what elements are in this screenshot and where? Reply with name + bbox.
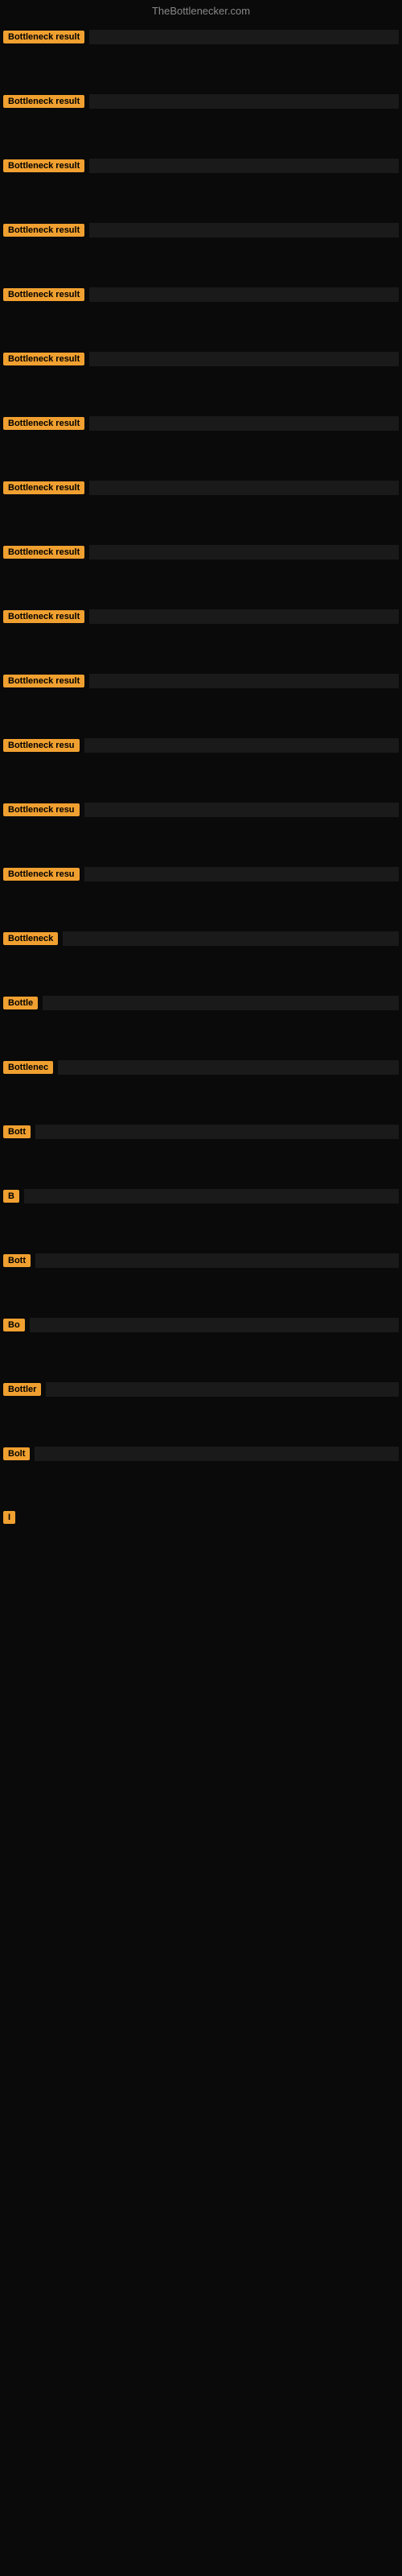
bar-container — [30, 1318, 399, 1332]
site-title: TheBottlenecker.com — [152, 5, 250, 17]
site-header: TheBottlenecker.com — [0, 0, 402, 25]
bottleneck-badge[interactable]: Bott — [3, 1125, 31, 1138]
list-item: Bottleneck result — [0, 89, 402, 114]
list-item: Bottler — [0, 1377, 402, 1402]
list-item: Bottleneck result — [0, 154, 402, 178]
list-item: Bottleneck result — [0, 411, 402, 436]
bar-container — [46, 1382, 399, 1397]
bar-container — [35, 1447, 399, 1461]
bottleneck-badge[interactable]: Bottleneck resu — [3, 803, 80, 816]
list-item: Bott — [0, 1120, 402, 1144]
bar-container — [89, 416, 399, 431]
bar-container — [89, 352, 399, 366]
bar-container — [35, 1253, 399, 1268]
list-item: Bottlenec — [0, 1055, 402, 1080]
list-item: Bottleneck result — [0, 540, 402, 564]
bar-container — [63, 931, 399, 946]
bottleneck-badge[interactable]: Bo — [3, 1319, 25, 1331]
bottleneck-badge[interactable]: Bottleneck result — [3, 95, 84, 108]
bar-container — [89, 481, 399, 495]
list-item: Bott — [0, 1249, 402, 1273]
bar-container — [84, 738, 399, 753]
list-item: Bottleneck — [0, 927, 402, 951]
bottleneck-badge[interactable]: Bottleneck result — [3, 610, 84, 623]
bar-container — [24, 1189, 399, 1203]
bar-container — [89, 159, 399, 173]
list-item: Bottleneck resu — [0, 798, 402, 822]
bar-container — [84, 803, 399, 817]
bar-container — [89, 609, 399, 624]
list-item: Bottleneck result — [0, 218, 402, 242]
bar-container — [89, 30, 399, 44]
bottleneck-badge[interactable]: Bottleneck result — [3, 481, 84, 494]
bar-container — [84, 867, 399, 881]
bottleneck-badge[interactable]: Bottleneck — [3, 932, 58, 945]
bar-container — [35, 1125, 399, 1139]
list-item: Bo — [0, 1313, 402, 1337]
list-item: Bottleneck result — [0, 669, 402, 693]
bottleneck-badge[interactable]: Bottleneck result — [3, 675, 84, 687]
bottleneck-badge[interactable]: Bottleneck result — [3, 546, 84, 559]
list-item: Bottleneck result — [0, 25, 402, 49]
list-item: Bottleneck result — [0, 283, 402, 307]
bottleneck-badge[interactable]: Bottleneck resu — [3, 868, 80, 881]
list-item: Bottleneck result — [0, 605, 402, 629]
list-item: I — [0, 1506, 402, 1529]
bottleneck-badge[interactable]: Bottlenec — [3, 1061, 53, 1074]
bottleneck-badge[interactable]: Bottleneck result — [3, 353, 84, 365]
bottleneck-badge[interactable]: B — [3, 1190, 19, 1203]
bottleneck-badge[interactable]: Bott — [3, 1254, 31, 1267]
bottleneck-badge[interactable]: Bottleneck result — [3, 224, 84, 237]
list-item: Bolt — [0, 1442, 402, 1466]
bottleneck-badge[interactable]: I — [3, 1511, 15, 1524]
list-item: Bottleneck result — [0, 476, 402, 500]
bottleneck-badge[interactable]: Bottleneck result — [3, 159, 84, 172]
list-item: Bottleneck result — [0, 347, 402, 371]
list-item: Bottleneck resu — [0, 733, 402, 758]
bar-container — [58, 1060, 399, 1075]
bar-container — [89, 674, 399, 688]
bottleneck-badge[interactable]: Bottleneck result — [3, 417, 84, 430]
list-item: Bottleneck resu — [0, 862, 402, 886]
bar-container — [89, 94, 399, 109]
bottleneck-badge[interactable]: Bolt — [3, 1447, 30, 1460]
bottleneck-badge[interactable]: Bottleneck resu — [3, 739, 80, 752]
list-item: Bottle — [0, 991, 402, 1015]
bar-container — [89, 287, 399, 302]
bottleneck-badge[interactable]: Bottle — [3, 997, 38, 1009]
bottleneck-badge[interactable]: Bottleneck result — [3, 288, 84, 301]
bar-container — [89, 223, 399, 237]
bar-container — [89, 545, 399, 559]
bottleneck-badge[interactable]: Bottler — [3, 1383, 41, 1396]
bar-container — [43, 996, 399, 1010]
bottleneck-badge[interactable]: Bottleneck result — [3, 31, 84, 43]
list-item: B — [0, 1184, 402, 1208]
